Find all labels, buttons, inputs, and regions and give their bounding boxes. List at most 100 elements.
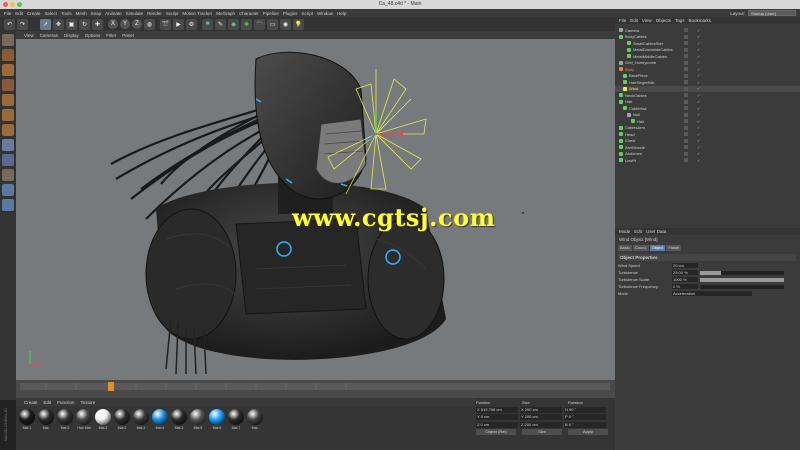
enabled-check-icon[interactable]: ✓ xyxy=(697,34,700,39)
visibility-toggle[interactable] xyxy=(684,151,688,156)
enabled-check-icon[interactable]: ✓ xyxy=(697,41,700,46)
enabled-check-icon[interactable]: ✓ xyxy=(697,119,700,124)
attribute-value-field[interactable]: Acceleration xyxy=(672,291,752,296)
rotate-tool-button[interactable]: ↻ xyxy=(79,18,90,30)
size-y-field[interactable]: Y 200 cm xyxy=(520,414,562,420)
material-menu-texture[interactable]: Texture xyxy=(81,400,96,405)
material-swatch[interactable]: Mat.1 xyxy=(18,409,36,447)
z-axis-button[interactable]: Z xyxy=(132,19,142,29)
size-z-field[interactable]: Z 200 cm xyxy=(520,421,562,428)
tab-coord[interactable]: Coord. xyxy=(632,245,649,251)
array-button[interactable]: ❖ xyxy=(241,18,252,30)
material-swatch[interactable]: Mat.4 xyxy=(151,409,169,447)
render-picture-viewer-button[interactable]: ▶ xyxy=(173,18,184,30)
menu-create[interactable]: Create xyxy=(27,11,41,16)
menu-file[interactable]: File xyxy=(4,11,11,16)
menu-animate[interactable]: Animate xyxy=(105,11,122,16)
menu-sculpt[interactable]: Sculpt xyxy=(166,11,179,16)
material-swatch[interactable]: Mat. xyxy=(246,409,264,447)
material-swatch[interactable]: Mat.2 xyxy=(170,409,188,447)
enabled-check-icon[interactable]: ✓ xyxy=(697,28,700,33)
material-swatch[interactable]: Hair Mat xyxy=(75,409,93,447)
position-z-field[interactable]: Z 0 cm xyxy=(476,421,518,428)
close-window-button[interactable] xyxy=(3,2,8,7)
visibility-toggle[interactable] xyxy=(684,80,688,85)
subdivision-button[interactable]: ◆ xyxy=(228,18,239,30)
enabled-check-icon[interactable]: ✓ xyxy=(697,151,700,156)
enabled-check-icon[interactable]: ✓ xyxy=(697,158,700,163)
3d-viewport[interactable]: www.cgtsj.com xyxy=(16,39,615,380)
object-menu-edit[interactable]: Edit xyxy=(630,18,638,23)
tab-object[interactable]: Object xyxy=(649,245,666,251)
menu-motion-tracker[interactable]: Motion Tracker xyxy=(182,11,212,16)
coord-system-button[interactable]: ◍ xyxy=(144,18,155,30)
visibility-toggle[interactable] xyxy=(684,60,688,65)
coord-mode-dropdown[interactable]: Object (Rel) xyxy=(476,429,516,435)
undo-button[interactable]: ↶ xyxy=(4,18,15,30)
visibility-toggle[interactable] xyxy=(684,106,688,111)
visibility-toggle[interactable] xyxy=(684,34,688,39)
visibility-toggle[interactable] xyxy=(684,119,688,124)
minimize-window-button[interactable] xyxy=(10,2,15,7)
material-swatch[interactable]: Mat.7 xyxy=(227,409,245,447)
object-menu-tags[interactable]: Tags xyxy=(675,18,685,23)
enabled-check-icon[interactable]: ✓ xyxy=(697,145,700,150)
visibility-toggle[interactable] xyxy=(684,132,688,137)
render-view-button[interactable]: 🎬 xyxy=(160,18,171,30)
attribute-value-field[interactable]: 20 cm xyxy=(672,263,698,268)
enabled-check-icon[interactable]: ✓ xyxy=(697,132,700,137)
live-selection-button[interactable]: ➚ xyxy=(40,18,51,30)
attr-menu-user-data[interactable]: User Data xyxy=(646,229,666,234)
attr-menu-mode[interactable]: Mode xyxy=(619,229,630,234)
enabled-check-icon[interactable]: ✓ xyxy=(697,99,700,104)
menu-mesh[interactable]: Mesh xyxy=(76,11,87,16)
render-settings-button[interactable]: ⚙ xyxy=(186,18,197,30)
visibility-toggle[interactable] xyxy=(684,28,688,33)
menu-script[interactable]: Script xyxy=(302,11,314,16)
object-menu-bookmarks[interactable]: Bookmarks xyxy=(689,18,712,23)
position-y-field[interactable]: Y 0 cm xyxy=(476,414,518,420)
menu-mograph[interactable]: MoGraph xyxy=(216,11,235,16)
tab-falloff[interactable]: Falloff xyxy=(666,245,682,251)
material-swatch[interactable]: Mat.1 xyxy=(132,409,150,447)
visibility-toggle[interactable] xyxy=(684,41,688,46)
material-swatch[interactable]: Mat.5 xyxy=(189,409,207,447)
viewport-menu-filter[interactable]: Filter xyxy=(106,33,116,38)
material-swatch[interactable]: Mat.6 xyxy=(208,409,226,447)
menu-window[interactable]: Window xyxy=(317,11,333,16)
rotation-p-field[interactable]: P 0 ° xyxy=(564,414,606,420)
attribute-slider[interactable] xyxy=(700,270,784,275)
menu-character[interactable]: Character xyxy=(239,11,259,16)
model-mode-icon[interactable] xyxy=(2,49,14,61)
enabled-check-icon[interactable]: ✓ xyxy=(697,106,700,111)
viewport-menu-cameras[interactable]: Cameras xyxy=(40,33,58,38)
menu-render[interactable]: Render xyxy=(147,11,162,16)
light-button[interactable]: 💡 xyxy=(293,18,304,30)
position-x-field[interactable]: X 519.798 cm xyxy=(476,406,518,413)
attribute-slider[interactable] xyxy=(700,284,784,289)
planar-workplane-icon[interactable] xyxy=(2,199,14,211)
visibility-toggle[interactable] xyxy=(684,67,688,72)
menu-pipeline[interactable]: Pipeline xyxy=(263,11,279,16)
material-menu-create[interactable]: Create xyxy=(24,400,38,405)
size-x-field[interactable]: X 200 cm xyxy=(520,406,562,413)
visibility-toggle[interactable] xyxy=(684,54,688,59)
timeline-scrubber[interactable] xyxy=(16,380,615,398)
attribute-value-field[interactable]: 0 % xyxy=(672,284,698,289)
enabled-check-icon[interactable]: ✓ xyxy=(697,93,700,98)
enabled-check-icon[interactable]: ✓ xyxy=(697,47,700,52)
polygons-mode-icon[interactable] xyxy=(2,124,14,136)
x-axis-button[interactable]: X xyxy=(108,19,118,29)
tab-basic[interactable]: Basic xyxy=(618,245,632,251)
visibility-toggle[interactable] xyxy=(684,125,688,130)
points-mode-icon[interactable] xyxy=(2,94,14,106)
recent-tool-button[interactable]: ✚ xyxy=(92,18,103,30)
viewport-menu-options[interactable]: Options xyxy=(85,33,101,38)
y-axis-button[interactable]: Y xyxy=(120,19,130,29)
attribute-value-field[interactable]: 1000 % xyxy=(672,277,698,282)
attr-menu-edit[interactable]: Edit xyxy=(634,229,642,234)
redo-button[interactable]: ↷ xyxy=(17,18,28,30)
locked-workplane-icon[interactable] xyxy=(2,184,14,196)
visibility-toggle[interactable] xyxy=(684,73,688,78)
axis-mode-icon[interactable] xyxy=(2,139,14,151)
